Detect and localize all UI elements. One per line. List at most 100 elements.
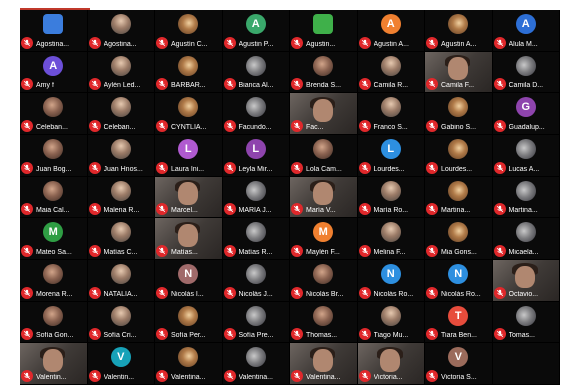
- participant-tile[interactable]: Bianca Al...: [222, 51, 290, 94]
- profile-photo-avatar: [448, 139, 469, 159]
- participant-tile[interactable]: Marcel...: [155, 176, 223, 219]
- participant-tile[interactable]: Camila F...: [425, 51, 493, 94]
- participant-tile[interactable]: Thomas...: [290, 301, 358, 344]
- participant-name: Sofía Per...: [171, 332, 206, 340]
- participant-tile[interactable]: Matías R...: [222, 218, 290, 260]
- participant-tile[interactable]: V Victoria S...: [425, 343, 493, 385]
- participant-tile[interactable]: Lourdes...: [425, 135, 493, 177]
- participant-tile[interactable]: Franco S...: [357, 93, 425, 135]
- participant-tile[interactable]: Sofía Per...: [155, 301, 223, 344]
- participant-tile[interactable]: N Nicolás Ro...: [357, 260, 425, 302]
- participant-tile[interactable]: V Valentin...: [87, 343, 155, 385]
- participant-tile[interactable]: Agostina...: [87, 10, 155, 52]
- participant-tile[interactable]: Malena R...: [87, 176, 155, 219]
- participant-tile[interactable]: NATALIA...: [87, 260, 155, 302]
- participant-tile[interactable]: Victoria...: [357, 343, 425, 385]
- participant-tile[interactable]: A Amy f: [20, 51, 88, 94]
- participant-name: Thomas...: [306, 332, 338, 340]
- participant-tile[interactable]: Valentina...: [290, 343, 358, 385]
- participant-tile[interactable]: Octavio...: [492, 260, 560, 302]
- participant-tile[interactable]: Mia Gons...: [425, 218, 493, 260]
- participant-tile[interactable]: Agostina...: [20, 10, 88, 52]
- participant-tile[interactable]: A Alula M...: [492, 10, 560, 52]
- muted-microphone-icon: [358, 78, 371, 91]
- video-feed-face: [312, 349, 333, 372]
- participant-tile[interactable]: CYNTLIA...: [155, 93, 223, 135]
- participant-tile[interactable]: T Tiara Ben...: [425, 301, 493, 344]
- participant-tile[interactable]: Agustin A...: [425, 10, 493, 52]
- participant-tile[interactable]: Martina...: [492, 176, 560, 219]
- participant-tile[interactable]: María Ro...: [357, 176, 425, 219]
- muted-microphone-icon: [358, 161, 371, 174]
- participant-tile[interactable]: Tiago Mu...: [357, 301, 425, 344]
- video-feed-face: [312, 182, 333, 206]
- participant-tile[interactable]: M Mateo Sa...: [20, 218, 88, 260]
- profile-photo-avatar: [313, 139, 334, 159]
- participant-tile[interactable]: Juan Hnos...: [87, 135, 155, 177]
- participant-tile[interactable]: Valentin...: [20, 343, 88, 385]
- profile-photo-avatar: [380, 97, 401, 118]
- participant-tile[interactable]: Matías C...: [87, 218, 155, 260]
- participant-tile[interactable]: L Leyla Mir...: [222, 135, 290, 177]
- initial-avatar: N: [380, 264, 401, 284]
- participant-tile[interactable]: Juan Bog...: [20, 135, 88, 177]
- participant-tile[interactable]: BARBAR...: [155, 51, 223, 94]
- participant-tile[interactable]: MARIA J...: [222, 176, 290, 219]
- participant-tile[interactable]: Melina F...: [357, 218, 425, 260]
- participant-tile[interactable]: Brenda S...: [290, 51, 358, 94]
- muted-microphone-icon: [88, 245, 101, 257]
- participant-name: Camila D...: [508, 82, 544, 90]
- muted-microphone-icon: [223, 78, 236, 91]
- muted-microphone-icon: [156, 161, 168, 174]
- participant-name: Maia Cal...: [36, 207, 70, 215]
- participant-tile[interactable]: Celeban...: [20, 93, 88, 135]
- participant-tile[interactable]: Agustín C...: [155, 10, 223, 52]
- participant-name: Celeban...: [36, 124, 68, 131]
- participant-tile[interactable]: Aylén Led...: [87, 51, 155, 94]
- participant-tile[interactable]: Sofía Cri...: [87, 301, 155, 344]
- participant-name: Juan Hnos...: [103, 165, 143, 173]
- participant-tile[interactable]: Agustin...: [290, 10, 358, 52]
- participant-name: Celeban...: [103, 124, 136, 131]
- participant-tile[interactable]: G Guadalup...: [492, 93, 560, 135]
- participant-tile[interactable]: Nicolás J...: [222, 260, 290, 302]
- participant-tile[interactable]: Sofía Pre...: [222, 301, 290, 344]
- participant-tile[interactable]: Martina...: [425, 176, 493, 219]
- participant-tile[interactable]: Morena R...: [20, 260, 88, 302]
- participant-tile[interactable]: A Agustin A...: [357, 10, 425, 52]
- muted-microphone-icon: [21, 36, 33, 49]
- participant-tile[interactable]: Facundo...: [222, 93, 290, 135]
- participant-tile[interactable]: L Lourdes...: [357, 135, 425, 177]
- participant-tile[interactable]: Lucas A...: [492, 135, 560, 177]
- participant-tile[interactable]: A Agustin P...: [222, 10, 290, 52]
- muted-microphone-icon: [223, 161, 236, 174]
- participant-tile[interactable]: Camila D...: [492, 51, 560, 94]
- video-feed-face: [177, 182, 198, 206]
- muted-microphone-icon: [291, 120, 303, 132]
- participant-tile[interactable]: Matías...: [155, 218, 223, 260]
- participant-tile[interactable]: Camila R...: [357, 51, 425, 94]
- participant-tile[interactable]: Valentina...: [222, 343, 290, 385]
- participant-tile[interactable]: Maia Cal...: [20, 176, 88, 219]
- participant-tile[interactable]: M Maylén F...: [290, 218, 358, 260]
- initial-avatar: M: [43, 222, 64, 243]
- muted-microphone-icon: [291, 245, 303, 257]
- participant-tile[interactable]: Nicolás Br...: [290, 260, 358, 302]
- profile-photo-avatar: [110, 305, 131, 326]
- participant-tile[interactable]: Sofía Gon...: [20, 301, 88, 344]
- participant-name: Nicolás Br...: [306, 290, 344, 298]
- muted-microphone-icon: [88, 328, 101, 341]
- participant-tile[interactable]: Lola Cam...: [290, 135, 358, 177]
- participant-tile[interactable]: N Nicolás Ro...: [425, 260, 493, 302]
- participant-tile[interactable]: L Laura Ini...: [155, 135, 223, 177]
- participant-tile[interactable]: Valentina...: [155, 343, 223, 385]
- participant-tile[interactable]: Tomas...: [492, 301, 560, 344]
- profile-photo-avatar: [178, 97, 199, 118]
- participant-tile[interactable]: Gabino S...: [425, 93, 493, 135]
- participant-tile[interactable]: Fac...: [290, 93, 358, 135]
- participant-tile[interactable]: María V...: [290, 176, 358, 219]
- participant-tile[interactable]: Micaela...: [492, 218, 560, 260]
- participant-tile[interactable]: N Nicolás I...: [155, 260, 223, 302]
- participant-tile[interactable]: Celeban...: [87, 93, 155, 135]
- muted-microphone-icon: [493, 286, 506, 299]
